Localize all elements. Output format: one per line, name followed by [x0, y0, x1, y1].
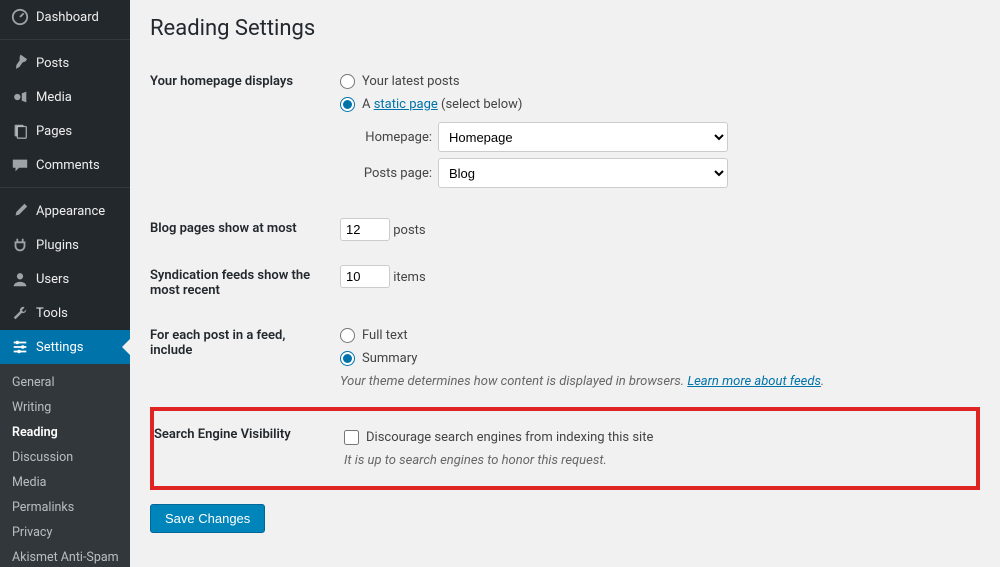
comment-icon: [10, 155, 30, 175]
pages-icon: [10, 121, 30, 141]
sidebar-item-label: Tools: [36, 306, 68, 321]
media-icon: [10, 87, 30, 107]
homepage-select-label: Homepage:: [350, 130, 432, 145]
homepage-displays-label: Your homepage displays: [150, 59, 330, 206]
learn-more-feeds-link[interactable]: Learn more about feeds: [687, 374, 821, 389]
sidebar-item-label: Plugins: [36, 238, 79, 253]
sidebar-item-media[interactable]: Media: [0, 80, 130, 114]
subitem-media[interactable]: Media: [0, 470, 130, 495]
user-icon: [10, 269, 30, 289]
syndication-label: Syndication feeds show the most recent: [150, 253, 330, 313]
sidebar-item-label: Comments: [36, 158, 100, 173]
sidebar-item-label: Media: [36, 90, 72, 105]
radio-full-text-label: Full text: [362, 328, 408, 343]
feedpost-note: Your theme determines how content is dis…: [340, 374, 970, 389]
sidebar-item-settings[interactable]: Settings: [0, 330, 130, 364]
homepage-select[interactable]: Homepage: [438, 122, 728, 152]
save-changes-button[interactable]: Save Changes: [150, 504, 265, 533]
discourage-checkbox[interactable]: [344, 430, 359, 445]
dashboard-icon: [10, 7, 30, 27]
subitem-reading[interactable]: Reading: [0, 420, 130, 445]
plug-icon: [10, 235, 30, 255]
brush-icon: [10, 201, 30, 221]
static-page-link[interactable]: static page: [374, 97, 438, 112]
sidebar-item-label: Settings: [36, 340, 83, 355]
blog-pages-unit: posts: [393, 223, 425, 238]
subitem-akismet[interactable]: Akismet Anti-Spam: [0, 545, 130, 567]
sidebar-item-label: Appearance: [36, 204, 105, 219]
radio-static-page[interactable]: [340, 97, 355, 112]
posts-page-select-label: Posts page:: [350, 166, 432, 181]
discourage-checkbox-label: Discourage search engines from indexing …: [366, 430, 653, 445]
sidebar-item-label: Pages: [36, 124, 72, 139]
search-visibility-highlight: Search Engine Visibility Discourage sear…: [150, 407, 980, 490]
syndication-unit: items: [393, 270, 425, 285]
visibility-note: It is up to search engines to honor this…: [344, 453, 966, 468]
settings-submenu: General Writing Reading Discussion Media…: [0, 364, 130, 567]
radio-static-page-label: A static page (select below): [362, 97, 522, 112]
radio-latest-posts-label: Your latest posts: [362, 74, 460, 89]
syndication-input[interactable]: [340, 265, 390, 288]
subitem-writing[interactable]: Writing: [0, 395, 130, 420]
sidebar-item-appearance[interactable]: Appearance: [0, 194, 130, 228]
blog-pages-input[interactable]: [340, 218, 390, 241]
sidebar-item-comments[interactable]: Comments: [0, 148, 130, 182]
subitem-privacy[interactable]: Privacy: [0, 520, 130, 545]
blog-pages-label: Blog pages show at most: [150, 206, 330, 253]
feedpost-label: For each post in a feed, include: [150, 313, 330, 401]
pin-icon: [10, 53, 30, 73]
sidebar-item-pages[interactable]: Pages: [0, 114, 130, 148]
sidebar-item-label: Dashboard: [36, 10, 99, 25]
sidebar-item-users[interactable]: Users: [0, 262, 130, 296]
subitem-discussion[interactable]: Discussion: [0, 445, 130, 470]
page-title: Reading Settings: [150, 16, 980, 41]
sidebar-item-dashboard[interactable]: Dashboard: [0, 0, 130, 34]
sidebar-item-posts[interactable]: Posts: [0, 46, 130, 80]
radio-latest-posts[interactable]: [340, 74, 355, 89]
subitem-permalinks[interactable]: Permalinks: [0, 495, 130, 520]
sidebar-item-label: Posts: [36, 56, 69, 71]
radio-summary-label: Summary: [362, 351, 417, 366]
radio-summary[interactable]: [340, 351, 355, 366]
posts-page-select[interactable]: Blog: [438, 158, 728, 188]
visibility-label: Search Engine Visibility: [154, 419, 334, 472]
sidebar-item-plugins[interactable]: Plugins: [0, 228, 130, 262]
content-area: Reading Settings Your homepage displays …: [130, 0, 1000, 567]
sidebar-item-label: Users: [36, 272, 69, 287]
admin-sidebar: Dashboard Posts Media Pages Comments App…: [0, 0, 130, 567]
wrench-icon: [10, 303, 30, 323]
sidebar-item-tools[interactable]: Tools: [0, 296, 130, 330]
sliders-icon: [10, 337, 30, 357]
radio-full-text[interactable]: [340, 328, 355, 343]
subitem-general[interactable]: General: [0, 370, 130, 395]
